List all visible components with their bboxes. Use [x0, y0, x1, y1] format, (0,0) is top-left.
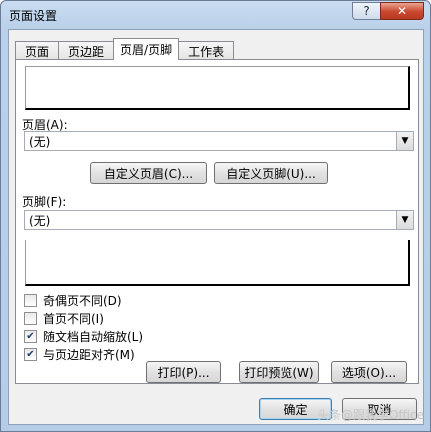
custom-header-button[interactable]: 自定义页眉(C)...	[90, 162, 207, 184]
header-select-value: (无)	[29, 134, 51, 149]
checkbox-odd-even[interactable]	[24, 294, 37, 307]
tab-margins[interactable]: 页边距	[58, 41, 115, 60]
window-title: 页面设置	[9, 9, 58, 23]
header-select[interactable]: (无) ▼	[24, 131, 414, 151]
option-align-with-margins[interactable]: ✔ 与页边距对齐(M)	[24, 346, 135, 363]
page-setup-dialog: 页面设置 ? ✕ 页面 页边距 页眉/页脚 工作表 页眉(A): (无) ▼ 自…	[0, 0, 431, 432]
option-label: 奇偶页不同(D)	[43, 294, 122, 308]
tab-header-footer[interactable]: 页眉/页脚	[113, 38, 180, 60]
tab-page[interactable]: 页面	[15, 41, 60, 60]
option-different-first-page[interactable]: 首页不同(I)	[24, 310, 104, 327]
footer-label: 页脚(F):	[22, 195, 67, 209]
help-icon: ?	[363, 4, 370, 18]
help-button[interactable]: ?	[352, 2, 380, 20]
print-preview-button[interactable]: 打印预览(W)	[239, 361, 319, 383]
title-buttons: ? ✕	[352, 2, 424, 20]
close-icon: ✕	[396, 4, 408, 18]
print-button[interactable]: 打印(P)...	[146, 361, 221, 383]
tab-strip: 页面 页边距 页眉/页脚 工作表	[15, 38, 235, 60]
footer-preview	[25, 240, 410, 286]
dialog-client: 页面 页边距 页眉/页脚 工作表 页眉(A): (无) ▼ 自定义页眉(C)..…	[8, 29, 424, 425]
checkbox-scale-with-document[interactable]: ✔	[24, 330, 37, 343]
options-button[interactable]: 选项(O)...	[331, 361, 407, 383]
option-different-odd-even[interactable]: 奇偶页不同(D)	[24, 292, 122, 309]
header-footer-panel: 页眉(A): (无) ▼ 自定义页眉(C)... 自定义页脚(U)... 页脚(…	[15, 59, 419, 384]
title-bar[interactable]: 页面设置 ? ✕	[1, 1, 430, 29]
checkbox-first-page[interactable]	[24, 312, 37, 325]
footer-select-value: (无)	[29, 213, 51, 228]
option-label: 随文档自动缩放(L)	[43, 330, 144, 344]
watermark-text: 头条@跟我学Office	[316, 408, 424, 422]
header-preview	[25, 66, 410, 110]
close-button[interactable]: ✕	[380, 2, 424, 20]
option-label: 首页不同(I)	[43, 312, 104, 326]
footer-select[interactable]: (无) ▼	[24, 210, 414, 230]
tab-sheet[interactable]: 工作表	[178, 41, 235, 60]
checkbox-align-with-margins[interactable]: ✔	[24, 348, 37, 361]
chevron-down-icon[interactable]: ▼	[396, 211, 413, 229]
option-label: 与页边距对齐(M)	[43, 348, 135, 362]
option-scale-with-document[interactable]: ✔ 随文档自动缩放(L)	[24, 328, 143, 345]
custom-footer-button[interactable]: 自定义页脚(U)...	[214, 162, 328, 184]
chevron-down-icon[interactable]: ▼	[396, 132, 413, 150]
